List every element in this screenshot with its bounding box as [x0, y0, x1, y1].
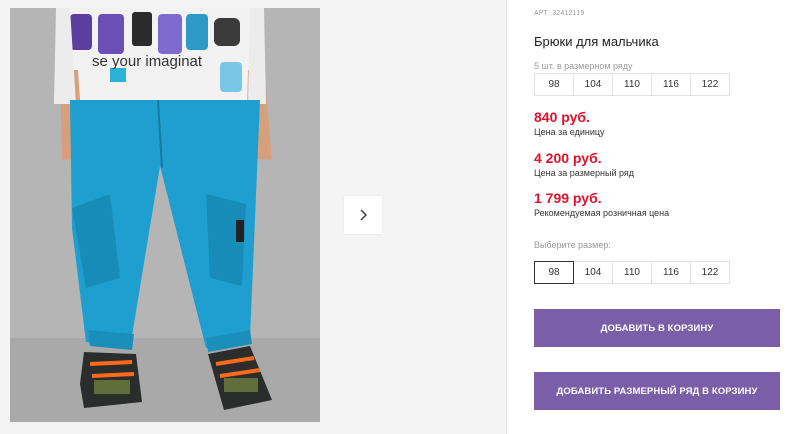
unit-price: 840 руб. — [534, 109, 590, 125]
next-image-button[interactable] — [344, 196, 382, 234]
size-row-label: 5 шт. в размерном ряду — [534, 61, 633, 71]
size-option-122[interactable]: 122 — [690, 261, 730, 284]
size-option-98[interactable]: 98 — [534, 261, 574, 284]
size-option-110[interactable]: 110 — [612, 261, 652, 284]
choose-size-label: Выберите размер: — [534, 240, 611, 250]
article-number: АРТ: 32412119 — [534, 10, 585, 17]
retail-price-label: Рекомендуемая розничная цена — [534, 208, 670, 218]
product-title: Брюки для мальчика — [534, 34, 659, 49]
shirt-print-text: se your imaginat — [92, 53, 203, 70]
add-size-row-to-cart-button[interactable]: ДОБАВИТЬ РАЗМЕРНЫЙ РЯД В КОРЗИНУ — [534, 372, 780, 410]
panel-divider — [506, 0, 507, 434]
size-row-item: 98 — [534, 73, 574, 96]
size-row-list: 98 104 110 116 122 — [534, 73, 730, 96]
retail-price: 1 799 руб. — [534, 190, 602, 206]
size-option-104[interactable]: 104 — [573, 261, 613, 284]
row-price: 4 200 руб. — [534, 150, 602, 166]
size-selector: 98 104 110 116 122 — [534, 261, 730, 284]
size-row-item: 116 — [651, 73, 691, 96]
size-option-116[interactable]: 116 — [651, 261, 691, 284]
product-photo: se your imaginat — [10, 8, 320, 422]
product-photo-illustration: se your imaginat — [10, 8, 320, 422]
product-gallery: se your imaginat — [0, 0, 506, 434]
size-row-item: 110 — [612, 73, 652, 96]
size-row-item: 104 — [573, 73, 613, 96]
add-to-cart-button[interactable]: ДОБАВИТЬ В КОРЗИНУ — [534, 309, 780, 347]
row-price-label: Цена за размерный ряд — [534, 168, 635, 178]
size-row-item: 122 — [690, 73, 730, 96]
chevron-right-icon — [360, 209, 367, 221]
unit-price-label: Цена за единицу — [534, 127, 605, 137]
